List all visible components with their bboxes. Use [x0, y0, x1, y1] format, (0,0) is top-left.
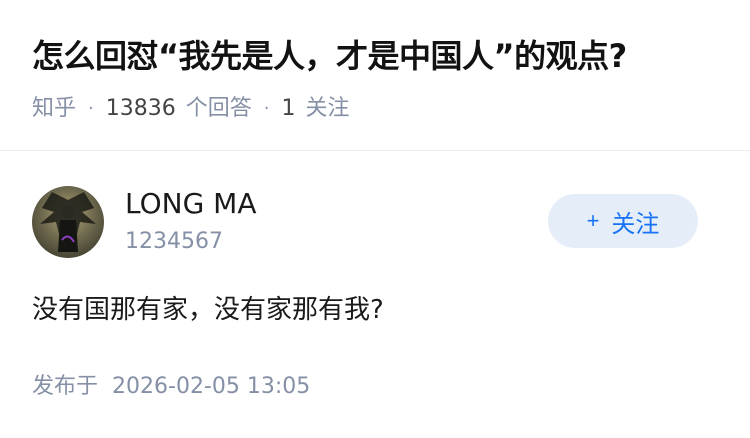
- publish-info: 发布于 2026-02-05 13:05: [32, 372, 310, 402]
- plus-icon: +: [586, 208, 600, 233]
- follow-button[interactable]: + 关注: [548, 194, 698, 248]
- answer-count: 13836: [105, 96, 176, 121]
- source-label[interactable]: 知乎: [32, 94, 76, 124]
- follow-count-label: 关注: [305, 96, 350, 121]
- follow-count: 1: [281, 96, 296, 121]
- published-time: 2026-02-05 13:05: [112, 374, 311, 399]
- author-card: LONG MA 1234567 + 关注: [32, 186, 718, 260]
- avatar[interactable]: [32, 186, 104, 258]
- separator-dot: ·: [263, 98, 270, 119]
- separator-dot: ·: [88, 98, 94, 119]
- divider: [0, 150, 750, 151]
- question-header: 怎么回怼“我先是人，才是中国人”的观点? 知乎 · 13836 个回答 · 1 …: [0, 0, 750, 150]
- author-id: 1234567: [125, 229, 223, 254]
- question-title[interactable]: 怎么回怼“我先是人，才是中国人”的观点?: [32, 34, 627, 78]
- author-name[interactable]: LONG MA: [125, 186, 257, 222]
- follow-button-label: 关注: [611, 210, 660, 238]
- answer-count-label: 个回答: [185, 96, 252, 121]
- published-label: 发布于: [32, 374, 99, 399]
- question-meta: 知乎 · 13836 个回答 · 1 关注: [32, 94, 350, 124]
- answer-text: 没有国那有家，没有家那有我?: [32, 295, 384, 325]
- avatar-image-icon: [40, 192, 96, 252]
